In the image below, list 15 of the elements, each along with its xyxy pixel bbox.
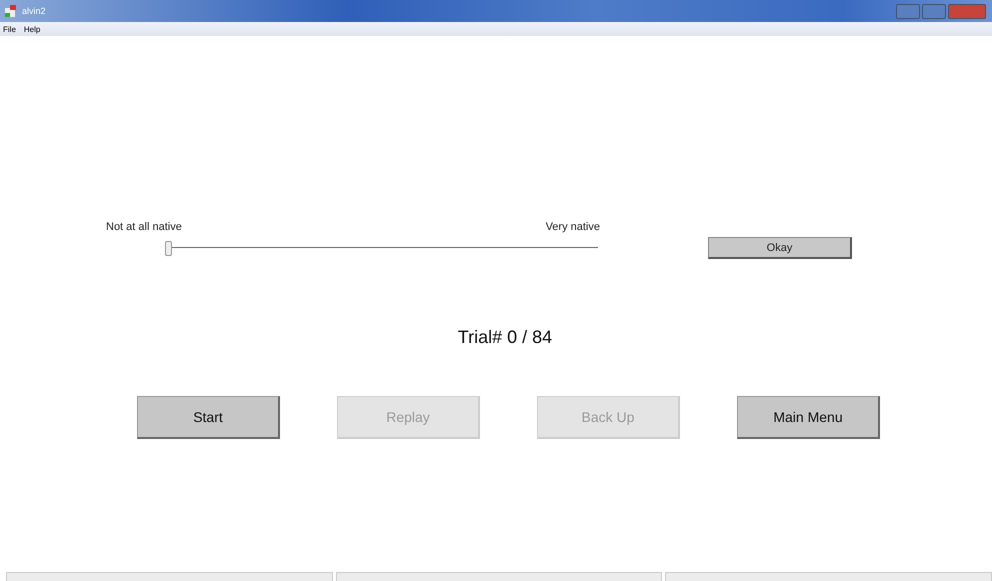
slider-min-label: Not at all native	[106, 221, 182, 233]
minimize-button[interactable]	[896, 4, 920, 18]
trial-counter: Trial# 0 / 84	[458, 327, 552, 348]
menu-item[interactable]: File	[3, 24, 16, 34]
menu-item[interactable]: Help	[24, 24, 40, 34]
close-button[interactable]	[948, 4, 986, 18]
app-icon	[4, 4, 18, 18]
action-button[interactable]: Start	[137, 396, 280, 439]
okay-button[interactable]: Okay	[708, 237, 852, 259]
rating-slider[interactable]	[165, 241, 598, 255]
slider-thumb[interactable]	[165, 241, 172, 256]
window-title: alvin2	[22, 6, 46, 16]
maximize-button[interactable]	[922, 4, 946, 18]
slider-max-label: Very native	[546, 221, 600, 233]
action-button[interactable]: Main Menu	[737, 396, 880, 439]
